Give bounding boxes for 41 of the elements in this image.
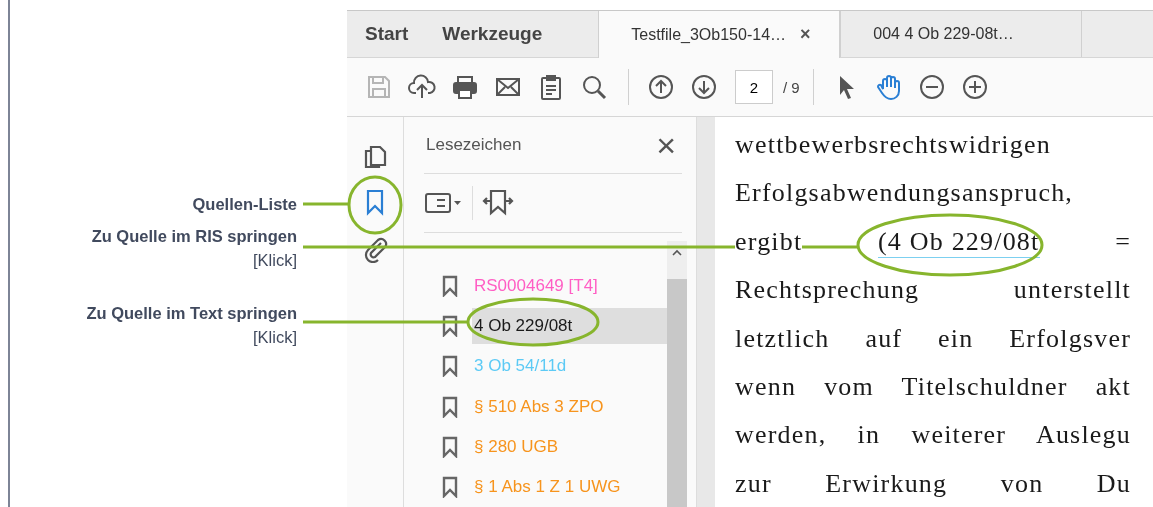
text-line: werden, in weiterer Auslegu: [735, 419, 1131, 452]
tab[interactable]: Start: [347, 11, 425, 57]
page-number-field[interactable]: 2: [735, 70, 773, 104]
scroll-up-icon[interactable]: [672, 249, 682, 257]
scrollbar[interactable]: [667, 241, 687, 507]
bookmark-icon: [442, 435, 458, 458]
callout-label: Quellen-Liste: [192, 194, 297, 215]
bookmark-icon: [442, 355, 458, 378]
page-count: / 9: [783, 78, 800, 96]
leader-line: [303, 202, 349, 206]
list-options-icon[interactable]: [424, 191, 464, 215]
text-word: =: [1115, 225, 1131, 258]
tab[interactable]: 004 4 Ob 229-08t…: [840, 11, 1083, 57]
close-button[interactable]: ×: [656, 128, 676, 162]
bookmark-icon: [442, 395, 458, 418]
callout-label: Zu Quelle im Text springen: [86, 303, 297, 324]
text-line: wettbewerbsrechtswidrigen: [735, 129, 1052, 161]
bookmark-icon: [442, 315, 458, 338]
text-line: Erfolgsabwendungsanspruch,: [735, 177, 1075, 210]
bookmark-icon: [442, 475, 458, 498]
highlight-ellipse: [347, 175, 403, 235]
tab[interactable]: Testfile_3Ob150-14… ×: [598, 11, 841, 58]
text-line: letztlich auf ein Erfolgsver: [735, 322, 1131, 355]
callout-label: Zu Quelle im RIS springen: [91, 226, 297, 247]
print-icon[interactable]: [451, 73, 479, 101]
callout-note: [Klick]: [253, 250, 297, 271]
zoom-in-icon[interactable]: [960, 73, 989, 101]
text-line: zur Erwirkung von Du: [735, 467, 1131, 500]
zoom-out-icon[interactable]: [917, 73, 946, 101]
close-icon[interactable]: ×: [800, 24, 811, 45]
citation-link[interactable]: (4 Ob 229/08t: [878, 226, 1040, 258]
hand-icon[interactable]: [874, 73, 903, 101]
panel-title: Lesezeichen: [426, 135, 522, 155]
bookmark-icon: [442, 275, 458, 298]
text-line: wenn vom Titelschuldner akt: [735, 371, 1131, 404]
tab[interactable]: Werkzeuge: [424, 11, 561, 57]
text-line: Rechtsprechung unterstellt: [735, 274, 1131, 307]
callout-note: [Klick]: [253, 327, 297, 348]
bookmark-item[interactable]: 4 Ob 229/08t: [472, 308, 667, 345]
cloud-upload-icon[interactable]: [408, 73, 436, 101]
search-icon[interactable]: [580, 73, 608, 101]
